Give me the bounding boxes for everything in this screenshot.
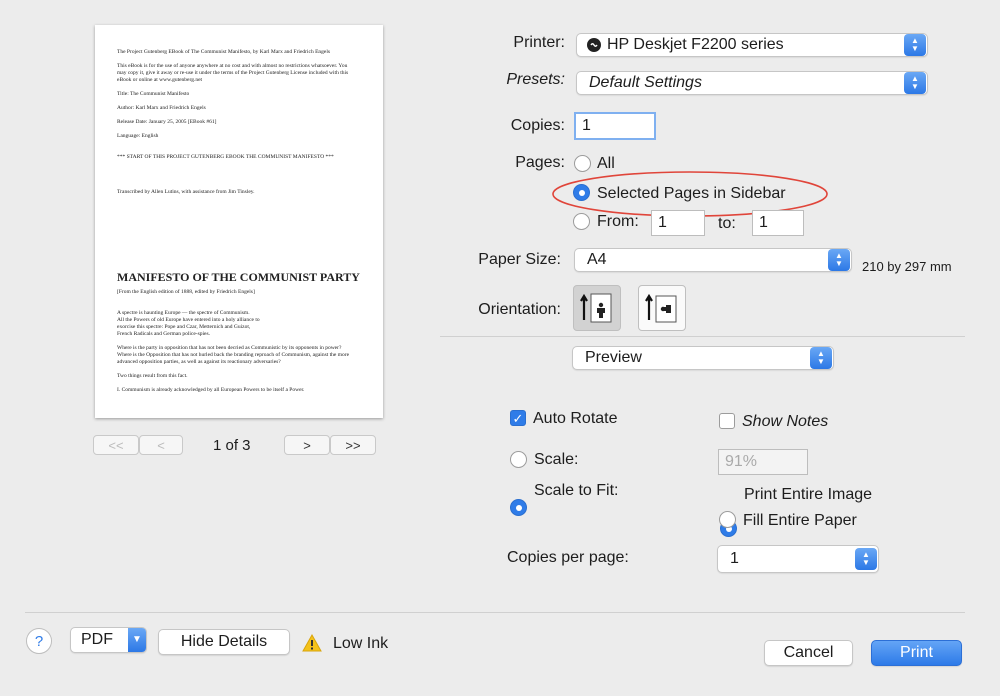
popup-arrows-icon: ▲ ▼ xyxy=(855,548,877,570)
paper-size-value: A4 xyxy=(587,251,607,268)
scale-input[interactable]: 91% xyxy=(718,449,808,475)
scale-to-fit-radio[interactable] xyxy=(510,499,527,516)
presets-popup[interactable]: Default Settings ▲ ▼ xyxy=(576,71,928,95)
preview-line: Title: The Communist Manifesto xyxy=(117,91,190,97)
show-notes-label: Show Notes xyxy=(742,413,829,430)
pages-range-radio[interactable] xyxy=(573,213,590,230)
pages-selected-label: Selected Pages in Sidebar xyxy=(597,185,786,202)
print-preview-page: The Project Gutenberg EBook of The Commu… xyxy=(95,25,383,418)
popup-arrows-icon: ▲ ▼ xyxy=(904,34,926,56)
auto-rotate-checkbox[interactable]: ✓ xyxy=(510,410,526,426)
last-page-button[interactable]: >> xyxy=(330,435,376,455)
copies-per-page-value: 1 xyxy=(730,550,739,567)
preview-body-line: French Radicals and German police-spies. xyxy=(117,331,211,337)
printer-label: Printer: xyxy=(513,34,565,51)
preview-body-line: All the Powers of old Europe have entere… xyxy=(117,317,260,323)
scale-to-fit-label: Scale to Fit: xyxy=(534,482,619,499)
help-button[interactable]: ? xyxy=(26,628,52,654)
preview-line: eBook or online at www.gutenberg.net xyxy=(117,77,203,83)
footer-divider xyxy=(25,612,965,613)
fill-entire-paper-radio[interactable] xyxy=(719,511,736,528)
next-page-button[interactable]: > xyxy=(284,435,330,455)
preview-body-line: exorcise this spectre: Pope and Czar, Me… xyxy=(117,324,251,330)
first-page-button[interactable]: << xyxy=(93,435,139,455)
chevron-down-icon: ▼ xyxy=(128,628,146,652)
pdf-label: PDF xyxy=(81,631,113,648)
scale-radio[interactable] xyxy=(510,451,527,468)
orientation-landscape-button[interactable] xyxy=(638,285,686,331)
preview-heading: MANIFESTO OF THE COMMUNIST PARTY xyxy=(117,270,360,284)
preview-body-line: A spectre is haunting Europe — the spect… xyxy=(117,310,250,316)
printer-value: HP Deskjet F2200 series xyxy=(607,36,784,53)
orientation-portrait-button[interactable] xyxy=(573,285,621,331)
warning-icon xyxy=(302,634,322,652)
auto-rotate-label: Auto Rotate xyxy=(533,410,618,427)
preview-line: Author: Karl Marx and Friedrich Engels xyxy=(117,105,206,111)
preview-line: Transcribed by Allen Lutins, with assist… xyxy=(117,189,255,195)
copies-input[interactable]: 1 xyxy=(574,112,656,140)
show-notes-checkbox[interactable] xyxy=(719,413,735,429)
preview-body-line: Two things result from this fact. xyxy=(117,373,188,379)
previous-page-button[interactable]: < xyxy=(139,435,183,455)
page-indicator: 1 of 3 xyxy=(213,437,251,454)
paper-size-popup[interactable]: A4 ▲ ▼ xyxy=(574,248,852,272)
preview-body-line: Where is the Opposition that has not hur… xyxy=(117,352,350,358)
pages-from-label: From: xyxy=(597,213,639,230)
preview-line: may copy it, give it away or re-use it u… xyxy=(117,70,349,76)
hide-details-button[interactable]: Hide Details xyxy=(158,629,290,655)
low-ink-status: Low Ink xyxy=(333,635,389,652)
pages-selected-radio[interactable] xyxy=(573,184,590,201)
fill-entire-paper-label: Fill Entire Paper xyxy=(743,512,857,529)
preview-line: The Project Gutenberg EBook of The Commu… xyxy=(117,49,331,55)
preview-body-line: advanced opposition parties, as well as … xyxy=(117,359,281,365)
cancel-button[interactable]: Cancel xyxy=(764,640,853,666)
pages-to-label: to: xyxy=(718,215,736,232)
preview-line: Release Date: January 25, 2005 [EBook #6… xyxy=(117,119,217,125)
copies-label: Copies: xyxy=(510,117,565,134)
orientation-label: Orientation: xyxy=(478,301,561,318)
preview-line: This eBook is for the use of anyone anyw… xyxy=(117,63,348,69)
paper-dimensions: 210 by 297 mm xyxy=(862,259,952,274)
section-popup[interactable]: Preview ▲ ▼ xyxy=(572,346,834,370)
copies-per-page-popup[interactable]: 1 ▲ ▼ xyxy=(717,545,879,573)
section-divider xyxy=(440,336,965,337)
pages-from-input[interactable]: 1 xyxy=(651,210,705,236)
copies-per-page-label: Copies per page: xyxy=(507,549,629,566)
popup-arrows-icon: ▲ ▼ xyxy=(828,249,850,271)
pdf-menu-button[interactable]: PDF ▼ xyxy=(70,627,147,653)
scale-label: Scale: xyxy=(534,451,579,468)
presets-value: Default Settings xyxy=(589,74,702,91)
section-popup-value: Preview xyxy=(585,349,642,366)
preview-line: Language: English xyxy=(117,133,159,139)
preview-body-line: [From the English edition of 1888, edite… xyxy=(117,289,255,295)
print-entire-image-label: Print Entire Image xyxy=(744,486,873,503)
pages-label: Pages: xyxy=(515,154,565,171)
paper-size-label: Paper Size: xyxy=(478,251,561,268)
portrait-icon xyxy=(580,293,612,323)
pages-to-input[interactable]: 1 xyxy=(752,210,804,236)
print-button[interactable]: Print xyxy=(871,640,962,666)
preview-line: *** START OF THIS PROJECT GUTENBERG EBOO… xyxy=(117,154,334,160)
printer-popup[interactable]: HP Deskjet F2200 series ▲ ▼ xyxy=(576,33,928,57)
popup-arrows-icon: ▲ ▼ xyxy=(904,72,926,94)
popup-arrows-icon: ▲ ▼ xyxy=(810,347,832,369)
printer-status-icon xyxy=(587,38,601,52)
presets-label: Presets: xyxy=(506,71,565,88)
preview-body-line: Where is the party in opposition that ha… xyxy=(117,345,342,351)
preview-body-line: I. Communism is already acknowledged by … xyxy=(117,387,305,393)
landscape-icon xyxy=(645,293,677,323)
